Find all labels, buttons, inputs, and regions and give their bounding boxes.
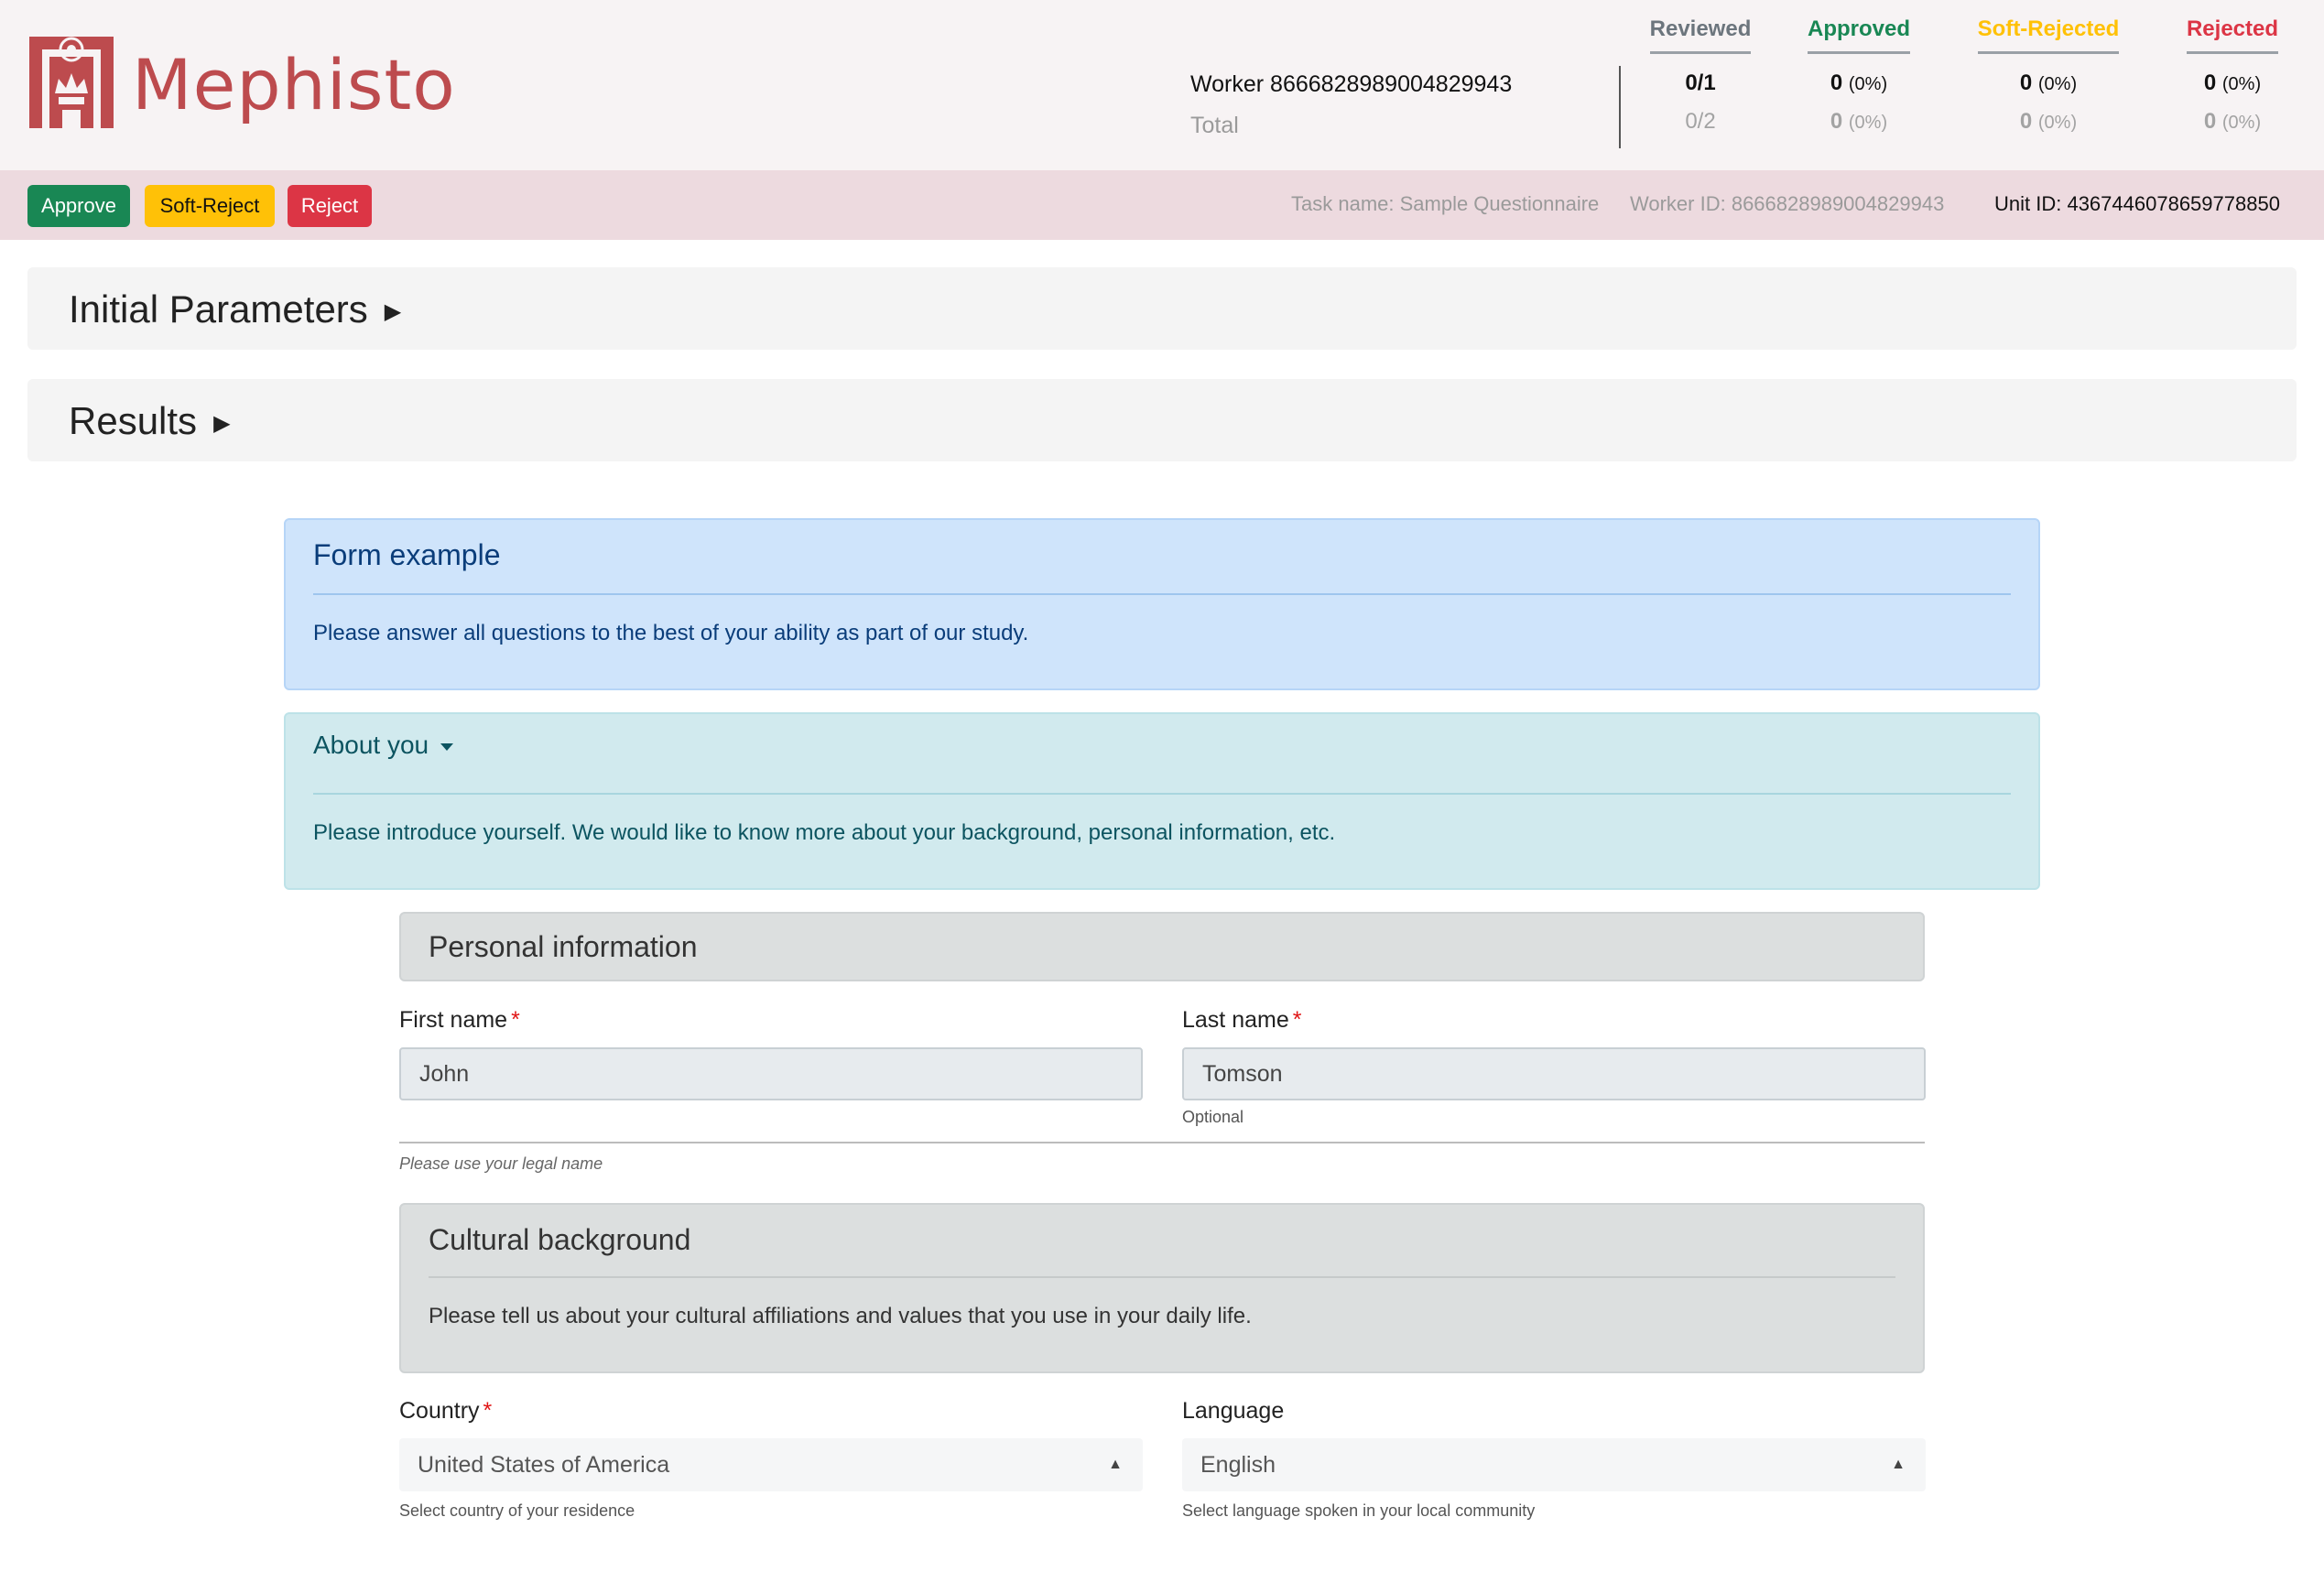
stat-reviewed: Reviewed 0/1 0/2 [1645, 16, 1756, 135]
about-you-text: Please introduce yourself. We would like… [313, 820, 1336, 845]
about-you-box: About you Please introduce yourself. We … [284, 712, 2040, 890]
stat-soft-rejected: Soft-Rejected 0 (0%) 0 (0%) [1967, 16, 2130, 135]
divider [313, 593, 2011, 595]
stat-rejected-worker: 0 (0%) [2203, 70, 2262, 95]
worker-summary: Worker 8666828989004829943 Total [1190, 71, 1512, 139]
stat-approved-title: Approved [1807, 16, 1910, 54]
brand-name: Mephisto [132, 44, 456, 125]
triangle-right-icon: ▶ [384, 299, 402, 325]
language-select[interactable]: English ▲ [1182, 1438, 1926, 1491]
country-select-value: United States of America [418, 1452, 670, 1478]
form-instructions: Please answer all questions to the best … [313, 621, 1029, 645]
language-label: Language [1182, 1398, 1285, 1424]
initial-parameters-panel[interactable]: Initial Parameters ▶ [27, 267, 2297, 350]
stat-reviewed-worker: 0/1 [1685, 70, 1716, 95]
country-label: Country * [399, 1398, 493, 1424]
soft-reject-button[interactable]: Soft-Reject [145, 185, 275, 227]
about-you-toggle[interactable]: About you [313, 731, 454, 760]
personal-info-title: Personal information [429, 930, 698, 963]
reject-button[interactable]: Reject [288, 185, 372, 227]
stats-divider [1619, 66, 1621, 148]
cultural-background-title: Cultural background [429, 1223, 691, 1256]
first-name-input[interactable]: John [399, 1047, 1143, 1100]
stat-rejected-title: Rejected [2186, 16, 2279, 54]
country-select[interactable]: United States of America ▲ [399, 1438, 1143, 1491]
required-mark: * [511, 1007, 520, 1033]
stat-reviewed-total: 0/2 [1685, 109, 1716, 134]
language-select-value: English [1200, 1452, 1276, 1478]
cultural-background-header: Cultural background Please tell us about… [399, 1203, 1925, 1373]
personal-info-header: Personal information [399, 912, 1925, 981]
last-name-label: Last name * [1182, 1007, 1302, 1033]
unit-id-label: Unit ID: 4367446078659778850 [1994, 192, 2280, 215]
section-divider [399, 1142, 1925, 1143]
initial-parameters-title: Initial Parameters ▶ [69, 287, 402, 331]
results-panel[interactable]: Results ▶ [27, 379, 2297, 461]
approve-button[interactable]: Approve [27, 185, 130, 227]
last-name-hint: Optional [1182, 1108, 1244, 1126]
caret-up-icon: ▲ [1891, 1457, 1906, 1472]
total-label: Total [1190, 113, 1239, 138]
stat-soft-rejected-worker: 0 (0%) [2019, 70, 2078, 95]
stat-approved-total: 0 (0%) [1830, 109, 1888, 134]
legal-name-hint: Please use your legal name [399, 1154, 603, 1173]
stat-soft-rejected-title: Soft-Rejected [1977, 16, 2120, 54]
stat-reviewed-title: Reviewed [1649, 16, 1752, 54]
first-name-label: First name * [399, 1007, 520, 1033]
stat-rejected: Rejected 0 (0%) 0 (0%) [2181, 16, 2284, 135]
review-action-bar: Approve Soft-Reject Reject [0, 170, 2324, 240]
stat-soft-rejected-total: 0 (0%) [2019, 109, 2078, 134]
stat-approved-worker: 0 (0%) [1830, 70, 1888, 95]
divider [313, 793, 2011, 795]
app-header: Mephisto Worker 8666828989004829943 Tota… [0, 0, 2324, 170]
worker-label: Worker 8666828989004829943 [1190, 71, 1513, 97]
country-hint: Select country of your residence [399, 1501, 635, 1520]
triangle-right-icon: ▶ [213, 411, 231, 437]
mephisto-logo-icon [29, 37, 114, 128]
worker-id-label: Worker ID: 8666828989004829943 [1630, 192, 1945, 215]
results-title: Results ▶ [69, 399, 231, 442]
language-hint: Select language spoken in your local com… [1182, 1501, 1536, 1520]
stat-approved: Approved 0 (0%) 0 (0%) [1802, 16, 1916, 135]
last-name-input[interactable]: Tomson [1182, 1047, 1926, 1100]
required-mark: * [1292, 1007, 1302, 1033]
required-mark: * [483, 1398, 493, 1424]
caret-down-icon [440, 742, 453, 751]
form-title: Form example [313, 538, 501, 571]
task-name-label: Task name: Sample Questionnaire [1291, 192, 1600, 215]
stat-rejected-total: 0 (0%) [2203, 109, 2262, 134]
caret-up-icon: ▲ [1108, 1457, 1123, 1472]
divider [429, 1276, 1895, 1278]
form-intro-box: Form example Please answer all questions… [284, 518, 2040, 690]
cultural-background-text: Please tell us about your cultural affil… [429, 1304, 1252, 1328]
